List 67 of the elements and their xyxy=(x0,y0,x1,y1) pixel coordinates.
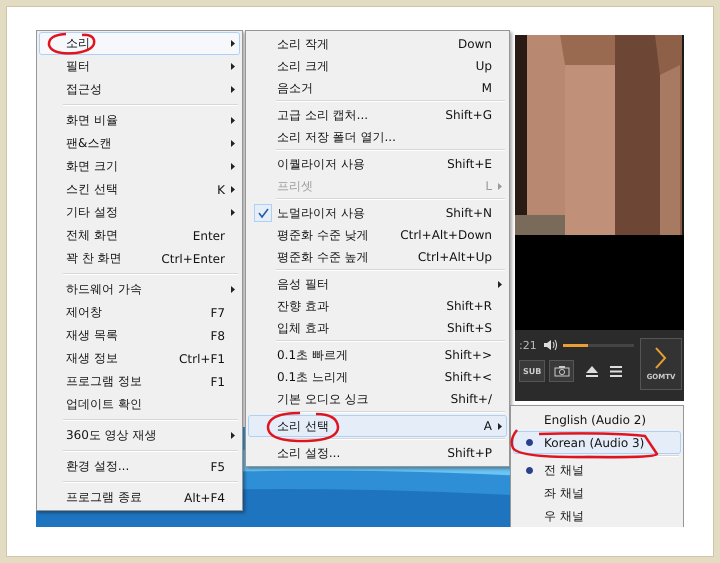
submenu-arrow-icon xyxy=(231,117,235,124)
menu-item[interactable]: Korean (Audio 3) xyxy=(513,431,681,454)
menu-item[interactable]: 소리 작게 Down xyxy=(248,33,507,55)
submenu-arrow-icon xyxy=(231,163,235,170)
menu-item[interactable]: 프로그램 종료 Alt+F4 xyxy=(39,486,240,509)
menu-icon[interactable] xyxy=(610,366,622,376)
menu-item[interactable]: 화면 비율 xyxy=(39,109,240,132)
menu-item[interactable]: 환경 설정... F5 xyxy=(39,455,240,478)
menu-item[interactable]: 0.1초 빠르게 Shift+> xyxy=(248,344,507,366)
menu-item[interactable]: 고급 소리 캡처... Shift+G xyxy=(248,104,507,126)
camera-button[interactable] xyxy=(549,360,574,382)
menu-item[interactable]: 0.1초 느리게 Shift+< xyxy=(248,366,507,388)
menu-item[interactable]: 이퀄라이저 사용 Shift+E xyxy=(248,153,507,175)
submenu-arrow-icon xyxy=(498,182,502,190)
radio-dot-icon xyxy=(526,439,532,446)
menu-item[interactable]: 기타 설정 xyxy=(39,201,240,224)
menu-item[interactable]: 필터 xyxy=(39,55,240,78)
submenu-arrow-icon xyxy=(231,186,235,193)
menu-item[interactable]: 팬&스캔 xyxy=(39,132,240,155)
menu-item[interactable]: 하드웨어 가속 xyxy=(39,278,240,301)
menu-item[interactable]: 소리 선택 A xyxy=(248,415,507,437)
camera-icon xyxy=(554,365,570,377)
volume-slider[interactable] xyxy=(562,344,634,346)
time-label: :21 xyxy=(519,338,537,352)
menu-item[interactable]: 소리 크게 Up xyxy=(248,55,507,77)
menu-item[interactable]: 프로그램 정보 F1 xyxy=(39,370,240,393)
menu-item[interactable]: 접근성 xyxy=(39,78,240,101)
menu-item[interactable]: 360도 영상 재생 xyxy=(39,424,240,447)
menu-item[interactable]: 전 채널 xyxy=(513,459,681,482)
menu-item[interactable]: 소리 xyxy=(39,32,240,55)
menu-item[interactable]: 전체 화면 Enter xyxy=(39,224,240,247)
menu-item[interactable]: 꽉 찬 화면 Ctrl+Enter xyxy=(39,247,240,270)
submenu-arrow-icon xyxy=(231,432,235,439)
menu-item[interactable]: 평준화 수준 높게 Ctrl+Alt+Up xyxy=(248,246,507,268)
menu-item[interactable]: 스킨 선택 K xyxy=(39,178,240,201)
menu-item[interactable]: 우 채널 xyxy=(513,505,681,527)
menu-item[interactable]: English (Audio 2) xyxy=(513,408,681,431)
menu-item[interactable]: 좌 채널 xyxy=(513,482,681,505)
submenu-arrow-icon xyxy=(498,280,502,288)
submenu-arrow-icon xyxy=(231,86,235,93)
radio-dot-icon xyxy=(526,467,532,474)
menu-item[interactable]: 제어창 F7 xyxy=(39,301,240,324)
menu-item[interactable]: 음성 필터 xyxy=(248,273,507,295)
annotation-mark xyxy=(46,32,98,56)
menu-item[interactable]: 입체 효과 Shift+S xyxy=(248,317,507,339)
menu-item[interactable]: 업데이트 확인 xyxy=(39,393,240,416)
submenu-arrow-icon xyxy=(498,422,502,430)
subtitle-button[interactable]: SUB xyxy=(519,360,546,382)
menu-item[interactable]: 음소거 M xyxy=(248,77,507,99)
submenu-arrow-icon xyxy=(231,286,235,293)
checkmark-icon xyxy=(254,204,272,222)
speaker-icon xyxy=(542,339,557,351)
chevron-icon xyxy=(655,347,667,369)
menu-item[interactable]: 잔향 효과 Shift+R xyxy=(248,295,507,317)
menu-item[interactable]: 평준화 수준 낮게 Ctrl+Alt+Down xyxy=(248,224,507,246)
eject-icon[interactable] xyxy=(586,366,598,376)
menu-item[interactable]: 재생 정보 Ctrl+F1 xyxy=(39,347,240,370)
submenu-arrow-icon xyxy=(231,40,235,47)
menu-item[interactable]: 소리 저장 폴더 열기... xyxy=(248,126,507,148)
submenu-arrow-icon xyxy=(231,63,235,70)
menu-item[interactable]: 재생 목록 F8 xyxy=(39,324,240,347)
submenu-arrow-icon xyxy=(231,140,235,147)
menu-item[interactable]: 노멀라이저 사용 Shift+N xyxy=(248,202,507,224)
menu-item[interactable]: 화면 크기 xyxy=(39,155,240,178)
menu-item[interactable]: 소리 설정... Shift+P xyxy=(248,442,507,464)
menu-item[interactable]: 기본 오디오 싱크 Shift+/ xyxy=(248,388,507,410)
submenu-arrow-icon xyxy=(231,209,235,216)
